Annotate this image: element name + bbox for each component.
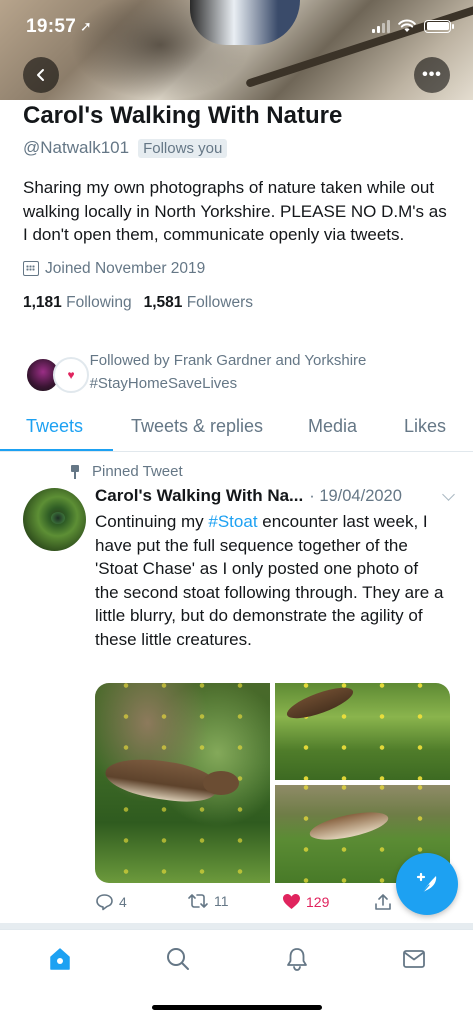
more-options-button[interactable]: ••• — [414, 57, 450, 93]
followers-link[interactable]: 1,581 Followers — [144, 294, 253, 312]
nav-notifications[interactable] — [282, 944, 312, 974]
share-icon — [375, 894, 391, 910]
following-count: 1,181 — [23, 293, 62, 311]
cellular-signal-icon — [372, 19, 390, 33]
reply-button[interactable]: 4 — [95, 893, 127, 911]
tweet-text-part: Continuing my — [95, 512, 209, 531]
profile-tabs: Tweets Tweets & replies Media Likes — [0, 404, 473, 452]
battery-icon — [424, 19, 454, 33]
profile-name: Carol's Walking With Nature — [23, 102, 343, 129]
reply-count: 4 — [119, 894, 127, 910]
retweet-button[interactable]: 11 — [187, 893, 229, 909]
tab-tweets[interactable]: Tweets — [26, 416, 83, 437]
back-arrow-icon — [37, 69, 44, 81]
back-button[interactable] — [23, 57, 59, 93]
tab-likes[interactable]: Likes — [404, 416, 446, 437]
pin-icon — [70, 464, 80, 479]
tab-tweets-replies[interactable]: Tweets & replies — [131, 416, 263, 437]
home-indicator — [152, 1005, 322, 1010]
home-icon — [50, 948, 70, 970]
retweet-icon — [188, 894, 208, 908]
joined-date: Joined November 2019 — [45, 259, 206, 277]
chevron-down-icon[interactable] — [442, 488, 455, 501]
messages-envelope-icon — [403, 950, 425, 968]
share-button[interactable] — [374, 893, 392, 911]
hashtag-link[interactable]: #Stoat — [208, 512, 257, 531]
tweet-text-part: encounter last week, I have put the full… — [95, 512, 444, 649]
status-time: 19:57 — [26, 16, 77, 37]
follows-you-badge: Follows you — [138, 138, 228, 158]
heart-icon — [283, 894, 300, 909]
profile-info: Carol's Walking With Nature @Natwalk101 … — [23, 102, 453, 312]
tweet-date: · 19/04/2020 — [309, 487, 402, 505]
following-label: Following — [66, 293, 132, 311]
tweet-header: Carol's Walking With Na... · 19/04/2020 — [95, 486, 455, 506]
tweet-text: Continuing my #Stoat encounter last week… — [95, 510, 445, 651]
nav-home[interactable] — [45, 944, 75, 974]
nav-messages[interactable] — [399, 944, 429, 974]
followers-count: 1,581 — [143, 293, 183, 311]
profile-bio: Sharing my own photographs of nature tak… — [23, 178, 447, 244]
tweet-actions: 4 11 129 — [95, 893, 395, 915]
like-count: 129 — [306, 893, 330, 910]
calendar-icon — [23, 261, 39, 276]
wifi-icon — [398, 19, 416, 32]
avatar[interactable] — [23, 488, 86, 551]
compose-tweet-button[interactable] — [396, 853, 458, 915]
active-tab-indicator — [0, 449, 113, 451]
retweet-count: 11 — [214, 893, 229, 909]
tweet-photo[interactable] — [275, 683, 450, 780]
status-bar: 19:57 ➚ — [0, 0, 473, 52]
location-arrow-icon: ➚ — [80, 18, 92, 34]
search-icon — [167, 948, 189, 970]
profile-handle: @Natwalk101 — [23, 138, 130, 157]
tab-media[interactable]: Media — [308, 416, 357, 437]
followed-by-text: Followed by Frank Gardner and Yorkshire … — [89, 352, 367, 392]
followed-by[interactable]: ♥ Followed by Frank Gardner and Yorkshir… — [23, 349, 453, 395]
feather-plus-icon — [416, 872, 437, 894]
followers-label: Followers — [186, 293, 254, 311]
tweet-media-grid — [95, 683, 450, 883]
following-link[interactable]: 1,181 Following — [23, 294, 132, 312]
notifications-bell-icon — [287, 948, 307, 971]
tweet-author[interactable]: Carol's Walking With Na... — [95, 486, 303, 506]
like-button[interactable]: 129 — [282, 893, 329, 910]
nav-search[interactable] — [163, 944, 193, 974]
pinned-label: Pinned Tweet — [70, 463, 183, 480]
follower-avatar: ♥ — [53, 357, 89, 393]
tweet-photo[interactable] — [95, 683, 270, 883]
reply-icon — [96, 894, 113, 911]
pinned-text: Pinned Tweet — [92, 463, 183, 480]
